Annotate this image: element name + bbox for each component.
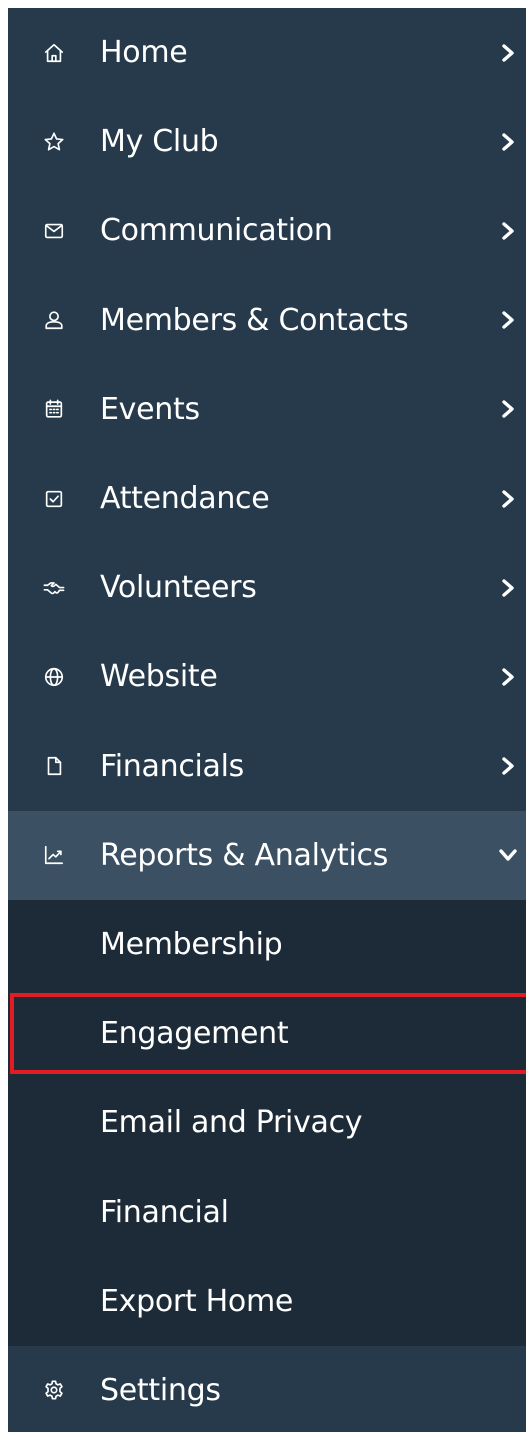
submenu-item-label: Membership: [100, 926, 283, 962]
nav-item-label: Events: [100, 391, 200, 427]
nav-item-volunteers[interactable]: Volunteers: [8, 543, 526, 632]
submenu-item-label: Export Home: [100, 1283, 294, 1319]
submenu-item-label: Email and Privacy: [100, 1105, 363, 1141]
nav-item-communication[interactable]: Communication: [8, 186, 526, 275]
nav-item-label: Website: [100, 659, 218, 695]
nav-item-my-club[interactable]: My Club: [8, 97, 526, 186]
chevron-down-icon: [498, 845, 518, 865]
nav-item-label: Reports & Analytics: [100, 837, 389, 873]
reports-submenu: Membership Engagement Email and Privacy …: [8, 899, 526, 1346]
sidebar-nav: Home My Club Communication Members & Con…: [8, 8, 526, 1432]
nav-item-label: Settings: [100, 1372, 221, 1408]
gear-icon: [42, 1378, 66, 1402]
nav-item-events[interactable]: Events: [8, 365, 526, 454]
nav-item-home[interactable]: Home: [8, 8, 526, 97]
chevron-right-icon: [498, 43, 518, 63]
checkbox-icon: [42, 487, 66, 511]
chevron-right-icon: [498, 667, 518, 687]
globe-icon: [42, 665, 66, 689]
nav-item-label: Financials: [100, 748, 244, 784]
document-icon: [42, 754, 66, 778]
calendar-icon: [42, 397, 66, 421]
nav-item-website[interactable]: Website: [8, 632, 526, 721]
nav-item-settings[interactable]: Settings: [8, 1346, 526, 1432]
submenu-item-engagement[interactable]: Engagement: [8, 989, 526, 1078]
chart-icon: [42, 843, 66, 867]
person-icon: [42, 308, 66, 332]
nav-item-label: Home: [100, 35, 188, 71]
submenu-item-label: Engagement: [100, 1016, 289, 1052]
nav-item-label: Communication: [100, 213, 333, 249]
nav-item-label: Members & Contacts: [100, 302, 409, 338]
nav-item-financials[interactable]: Financials: [8, 722, 526, 811]
chevron-right-icon: [498, 310, 518, 330]
home-icon: [42, 41, 66, 65]
submenu-item-financial[interactable]: Financial: [8, 1167, 526, 1256]
nav-item-attendance[interactable]: Attendance: [8, 454, 526, 543]
submenu-item-label: Financial: [100, 1194, 229, 1230]
nav-item-label: Attendance: [100, 481, 270, 517]
chevron-right-icon: [498, 489, 518, 509]
nav-item-label: My Club: [100, 124, 219, 160]
chevron-right-icon: [498, 221, 518, 241]
submenu-item-membership[interactable]: Membership: [8, 900, 526, 989]
chevron-right-icon: [498, 399, 518, 419]
nav-item-label: Volunteers: [100, 570, 257, 606]
chevron-right-icon: [498, 132, 518, 152]
handshake-icon: [42, 576, 66, 600]
envelope-icon: [42, 219, 66, 243]
submenu-item-email-privacy[interactable]: Email and Privacy: [8, 1078, 526, 1167]
submenu-item-export-home[interactable]: Export Home: [8, 1257, 526, 1346]
nav-item-reports-analytics[interactable]: Reports & Analytics: [8, 810, 526, 900]
nav-item-members-contacts[interactable]: Members & Contacts: [8, 276, 526, 365]
star-icon: [42, 130, 66, 154]
chevron-right-icon: [498, 578, 518, 598]
chevron-right-icon: [498, 756, 518, 776]
